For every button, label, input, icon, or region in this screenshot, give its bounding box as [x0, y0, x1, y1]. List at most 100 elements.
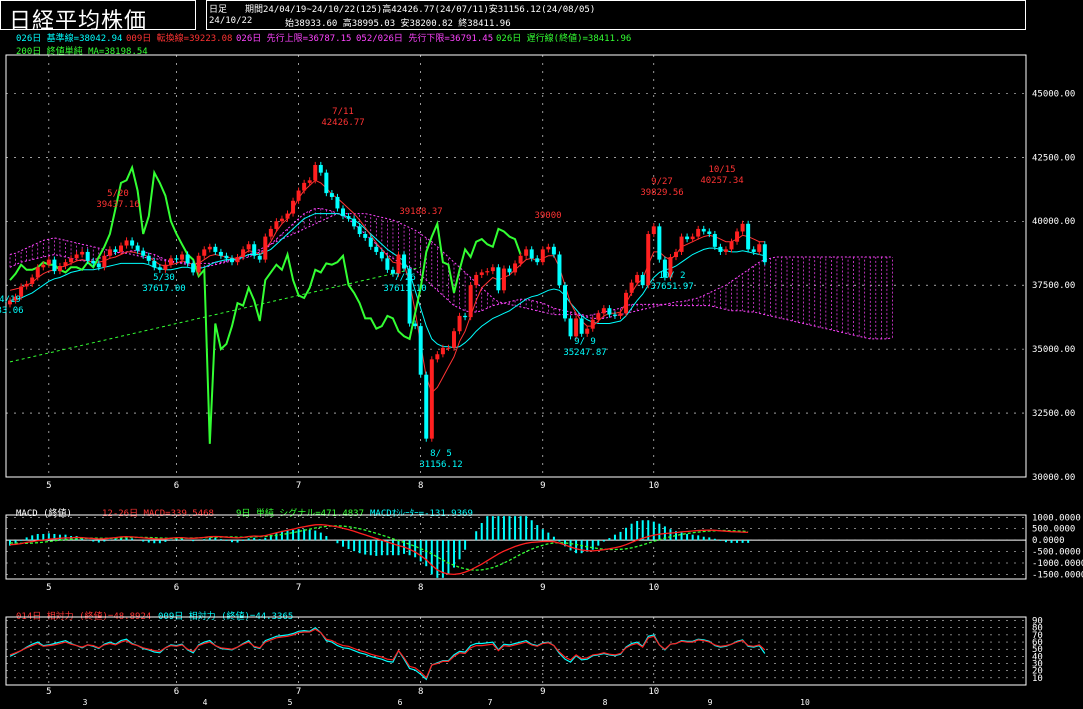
annotation-value: 35247.87 — [563, 348, 606, 358]
candle-body — [80, 251, 85, 255]
main-x-tick-label: 7 — [296, 481, 301, 491]
rsi-x-tick-label: 7 — [296, 687, 301, 697]
annotation-label: 7/11 — [332, 107, 354, 117]
candle-body — [352, 218, 357, 227]
candle-body — [113, 249, 118, 252]
rsi-x-tick-label: 6 — [174, 687, 179, 697]
candle-body — [574, 318, 579, 337]
candle-body — [102, 255, 107, 268]
candle-body — [723, 249, 728, 252]
candle-body — [585, 328, 590, 334]
annotation-value: 42426.77 — [321, 118, 364, 128]
candle-body — [629, 282, 634, 293]
annotation-label: 9/ 9 — [574, 337, 596, 347]
macd-x-tick-label: 5 — [46, 583, 51, 593]
annotation-label: 8/ 5 — [430, 449, 452, 459]
annotation-label: 39000 — [534, 211, 561, 221]
candle-body — [180, 254, 185, 260]
candle-body — [263, 236, 268, 260]
candle-body — [63, 262, 68, 266]
annotation-label: 10/ 2 — [658, 271, 685, 281]
candle-body — [368, 237, 373, 247]
candle-body — [374, 246, 379, 252]
candle-body — [701, 228, 706, 232]
rsi-x-subtick-label: 8 — [603, 698, 608, 707]
candle-body — [341, 208, 345, 217]
annotation-value: 37651.97 — [650, 282, 693, 292]
candle-body — [457, 315, 462, 332]
candle-body — [335, 196, 340, 209]
candle-body — [751, 249, 756, 252]
main-y-tick-label: 40000.00 — [1032, 217, 1075, 227]
candle-body — [279, 218, 284, 222]
annotation-label: 5/20 — [107, 189, 129, 199]
candle-body — [690, 236, 695, 240]
candle-body — [168, 258, 173, 265]
candle-body — [674, 251, 678, 258]
macd-y-tick-label: 500.0000 — [1032, 525, 1075, 535]
macd-y-tick-label: -500.0000 — [1032, 548, 1081, 558]
candle-body — [563, 285, 567, 319]
candle-body — [413, 323, 418, 327]
macd-x-tick-label: 8 — [418, 583, 423, 593]
candle-body — [52, 259, 57, 272]
candle-body — [524, 249, 529, 256]
candle-body — [601, 308, 606, 314]
main-y-tick-label: 42500.00 — [1032, 153, 1075, 163]
annotation-label: 39188.37 — [399, 207, 442, 217]
candle-body — [474, 274, 479, 286]
macd-x-tick-label: 7 — [296, 583, 301, 593]
candle-body — [69, 258, 74, 263]
candle-body — [740, 223, 745, 232]
candle-body — [185, 254, 190, 264]
candle-body — [202, 249, 207, 256]
candle-body — [429, 359, 434, 439]
annotation-value: 39437.16 — [96, 200, 139, 210]
main-y-tick-label: 37500.00 — [1032, 281, 1075, 291]
candle-body — [618, 313, 623, 316]
candle-body — [501, 268, 506, 291]
candle-body — [30, 277, 35, 284]
chart-svg: 45000.00 42500.00 40000.00 37500.00 35000.00… — [0, 54, 1083, 707]
candle-body — [612, 314, 617, 316]
macd-y-tick-label: 0.0000 — [1032, 536, 1065, 546]
rsi14-line — [9, 628, 766, 679]
main-x-tick-label: 9 — [540, 481, 545, 491]
candle-body — [252, 244, 257, 256]
main-y-tick-label: 32500.00 — [1032, 409, 1075, 419]
candle-body — [324, 172, 329, 194]
candle-body — [707, 231, 712, 235]
annotation-value: 31156.12 — [419, 460, 462, 470]
candle-body — [107, 249, 112, 256]
candle-body — [157, 267, 162, 270]
candle-body — [452, 331, 456, 348]
candle-body — [213, 246, 218, 252]
macd-x-tick-label: 10 — [648, 583, 659, 593]
candle-body — [135, 245, 140, 251]
candle-body — [385, 258, 390, 270]
candle-body — [507, 268, 512, 273]
rsi-x-subtick-label: 9 — [708, 698, 713, 707]
rsi-x-subtick-label: 5 — [288, 698, 293, 707]
candle-body — [230, 258, 234, 263]
candle-body — [191, 263, 196, 273]
candle-body — [152, 260, 157, 268]
candle-body — [174, 258, 179, 260]
rsi-x-tick-label: 8 — [418, 687, 423, 697]
annotation-label: 9/27 — [651, 177, 673, 187]
annotation-label: 7/26 — [394, 273, 416, 283]
candle-body — [379, 251, 384, 259]
candle-body — [196, 255, 201, 273]
macd-x-tick-label: 9 — [540, 583, 545, 593]
candle-body — [329, 193, 334, 197]
candle-body — [596, 313, 601, 320]
rsi-x-subtick-label: 7 — [488, 698, 493, 707]
candle-body — [696, 228, 701, 237]
candle-body — [257, 255, 262, 260]
rsi-x-tick-label: 5 — [46, 687, 51, 697]
candle-body — [463, 315, 468, 318]
rsi-x-subtick-label: 4 — [203, 698, 208, 707]
main-y-tick-label: 45000.00 — [1032, 89, 1075, 99]
main-x-tick-label: 8 — [418, 481, 423, 491]
candle-body — [307, 180, 312, 183]
